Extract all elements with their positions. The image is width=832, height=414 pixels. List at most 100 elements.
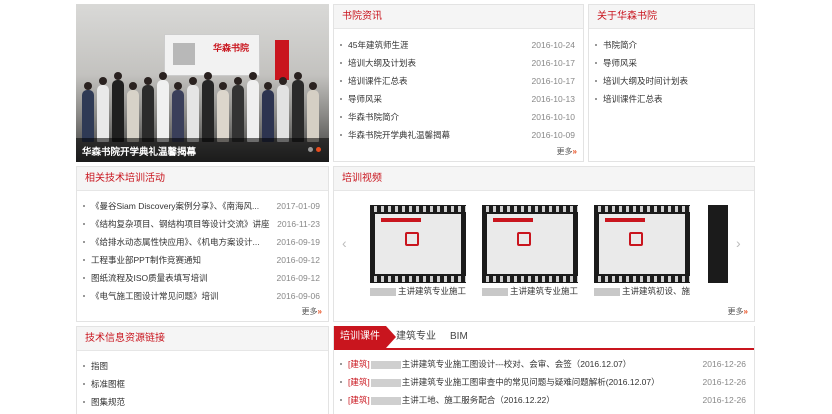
list-item[interactable]: 培训大纲及计划表 2016-10-17: [334, 54, 583, 72]
list-item[interactable]: 工程事业部PPT制作竞赛通知 2016-09-12: [77, 251, 328, 269]
news-more-link[interactable]: 更多»: [557, 146, 577, 157]
video-thumbnail[interactable]: [370, 205, 466, 283]
video-thumbnail[interactable]: [594, 205, 690, 283]
activities-title: 相关技术培训活动: [77, 167, 328, 191]
list-item[interactable]: 45年建筑师生涯 2016-10-24: [334, 36, 583, 54]
videos-more-link[interactable]: 更多»: [728, 306, 748, 317]
courseware-item-title[interactable]: [建筑] 主讲建筑专业施工图审查中的常见问题与疑难问题解析(2016.12.07）: [348, 373, 660, 391]
tab-bim[interactable]: BIM: [444, 326, 474, 348]
slide-sign: [275, 40, 289, 80]
news-title: 书院资讯: [334, 5, 583, 29]
video-thumbnail[interactable]: [482, 205, 578, 283]
list-item-title[interactable]: 45年建筑师生涯: [348, 36, 408, 54]
list-item-date: 2016-12-26: [702, 377, 746, 387]
list-item[interactable]: 华森书院简介 2016-10-10: [334, 108, 583, 126]
videos-title: 培训视频: [334, 167, 754, 191]
list-item[interactable]: 《曼谷Siam Discovery案例分享》、《南海风... 2017-01-09: [77, 197, 328, 215]
slide-caption[interactable]: 华森书院开学典礼温馨揭幕: [82, 144, 196, 158]
about-item[interactable]: 书院简介: [589, 36, 754, 54]
video-label[interactable]: 主讲建筑初设、施...: [594, 285, 690, 297]
courseware-title-text[interactable]: 主讲建筑专业施工图设计---校对、会审、会签（2016.12.07）: [402, 359, 632, 369]
courseware-title-text[interactable]: 主讲建筑专业施工图审查中的常见问题与疑难问题解析(2016.12.07）: [402, 377, 660, 387]
courseware-tabs: 培训课件 建筑专业 BIM: [334, 326, 754, 350]
list-item[interactable]: 导师风采 2016-10-13: [334, 90, 583, 108]
video-label-text[interactable]: 主讲建筑专业施工...: [398, 286, 466, 296]
about-title: 关于华森书院: [589, 5, 754, 29]
courseware-item-title[interactable]: [建筑] 主讲建筑专业施工图设计---校对、会审、会签（2016.12.07）: [348, 355, 631, 373]
video-card[interactable]: 主讲建筑专业施工...: [482, 205, 578, 297]
list-item-title[interactable]: 《结构复杂项目、钢结构项目等设计交流》讲座: [91, 215, 270, 233]
video-card[interactable]: 主讲建筑初设、施...: [594, 205, 690, 297]
list-item-title[interactable]: 华森书院简介: [348, 108, 399, 126]
video-label[interactable]: 主讲建筑专业施工...: [482, 285, 578, 297]
list-item[interactable]: 《给排水动态属性快应用》、《机电方案设计... 2016-09-19: [77, 233, 328, 251]
list-item-title[interactable]: 工程事业部PPT制作竞赛通知: [91, 251, 201, 269]
news-list: 45年建筑师生涯 2016-10-24 培训大纲及计划表 2016-10-17 培训课件…: [334, 36, 583, 144]
banner-logo-text: 华森书院: [213, 43, 250, 53]
courseware-item[interactable]: [建筑] 主讲建筑专业施工图审查中的常见问题与疑难问题解析(2016.12.07）…: [334, 373, 754, 391]
about-item[interactable]: 培训大纲及时间计划表: [589, 72, 754, 90]
courseware-list: [建筑] 主讲建筑专业施工图设计---校对、会审、会签（2016.12.07） 20…: [334, 355, 754, 409]
courseware-tag: [建筑]: [348, 377, 370, 387]
courseware-item[interactable]: [建筑] 主讲工地、施工服务配合（2016.12.22） 2016-12-26: [334, 391, 754, 409]
list-item-date: 2016-09-12: [276, 273, 320, 283]
courseware-panel: 培训课件 建筑专业 BIM [建筑] 主讲建筑专业施工图设计---校对、会审、会签…: [333, 326, 755, 414]
video-card[interactable]: 主讲建筑专业施工...: [370, 205, 466, 297]
list-item[interactable]: 《电气施工图设计常见问题》培训 2016-09-06: [77, 287, 328, 305]
list-item[interactable]: 《结构复杂项目、钢结构项目等设计交流》讲座 2016-11-23: [77, 215, 328, 233]
about-item[interactable]: 培训课件汇总表: [589, 90, 754, 108]
tab-architecture[interactable]: 建筑专业: [390, 326, 442, 348]
slide-dot-2[interactable]: [316, 147, 321, 152]
redacted-name: [370, 396, 401, 405]
list-item-date: 2016-09-06: [276, 291, 320, 301]
video-thumb-partial[interactable]: [708, 205, 728, 283]
about-panel: 关于华森书院 书院简介 导师风采 培训大纲及时间计划表 培训课件汇总表: [588, 4, 755, 162]
list-item-title[interactable]: 培训课件汇总表: [348, 72, 408, 90]
links-list: 指图 标准图框 图集规范: [77, 357, 328, 411]
courseware-item-title[interactable]: [建筑] 主讲工地、施工服务配合（2016.12.22）: [348, 391, 555, 409]
list-item[interactable]: 图纸流程及ISO质量表填写培训 2016-09-12: [77, 269, 328, 287]
slideshow[interactable]: 华森书院 华森书院开学典礼温馨揭幕: [76, 4, 329, 162]
slide-dot-1[interactable]: [308, 147, 313, 152]
list-item-title[interactable]: 导师风采: [348, 90, 382, 108]
list-item-date: 2016-11-23: [277, 219, 320, 229]
chevron-right-icon[interactable]: ›: [736, 235, 741, 251]
video-label-text[interactable]: 主讲建筑初设、施...: [622, 286, 690, 296]
list-item-title[interactable]: 培训大纲及计划表: [348, 54, 416, 72]
video-label[interactable]: 主讲建筑专业施工...: [370, 285, 466, 297]
link-item[interactable]: 标准图框: [77, 375, 328, 393]
courseware-title-text[interactable]: 主讲工地、施工服务配合（2016.12.22）: [402, 395, 555, 405]
about-list: 书院简介 导师风采 培训大纲及时间计划表 培训课件汇总表: [589, 36, 754, 108]
list-item-date: 2016-10-17: [531, 58, 575, 68]
link-item[interactable]: 指图: [77, 357, 328, 375]
list-item-date: 2016-12-26: [702, 359, 746, 369]
activities-more-link[interactable]: 更多»: [302, 306, 322, 317]
list-item-title[interactable]: 《给排水动态属性快应用》、《机电方案设计...: [91, 233, 260, 251]
slide-caption-bar[interactable]: 华森书院开学典礼温馨揭幕: [76, 138, 329, 162]
chevron-left-icon[interactable]: ‹: [342, 235, 347, 251]
list-item-title[interactable]: 《电气施工图设计常见问题》培训: [91, 287, 219, 305]
tab-courseware[interactable]: 培训课件: [334, 326, 396, 348]
redacted-name: [370, 360, 401, 369]
video-label-text[interactable]: 主讲建筑专业施工...: [510, 286, 578, 296]
list-item-date: 2016-10-09: [531, 130, 575, 140]
list-item-date: 2016-10-13: [531, 94, 575, 104]
list-item-title[interactable]: 《曼谷Siam Discovery案例分享》、《南海风...: [91, 197, 259, 215]
list-item-title[interactable]: 图纸流程及ISO质量表填写培训: [91, 269, 208, 287]
list-item-date: 2016-10-10: [531, 112, 575, 122]
courseware-item[interactable]: [建筑] 主讲建筑专业施工图设计---校对、会审、会签（2016.12.07） 20…: [334, 355, 754, 373]
videos-panel: 培训视频 ‹ 主讲建筑专业施工... 主讲建筑专业施工... 主讲建筑初设、施...…: [333, 166, 755, 322]
list-item[interactable]: 华森书院开学典礼温馨揭幕 2016-10-09: [334, 126, 583, 144]
link-item[interactable]: 图集规范: [77, 393, 328, 411]
list-item-date: 2016-10-24: [531, 40, 575, 50]
list-item[interactable]: 培训课件汇总表 2016-10-17: [334, 72, 583, 90]
list-item-title[interactable]: 华森书院开学典礼温馨揭幕: [348, 126, 450, 144]
activities-panel: 相关技术培训活动 《曼谷Siam Discovery案例分享》、《南海风... 2…: [76, 166, 329, 322]
list-item-date: 2016-09-12: [276, 255, 320, 265]
activities-list: 《曼谷Siam Discovery案例分享》、《南海风... 2017-01-09…: [77, 197, 328, 305]
slide-dots: [305, 144, 321, 154]
about-item[interactable]: 导师风采: [589, 54, 754, 72]
links-title: 技术信息资源链接: [77, 327, 328, 351]
slide-backdrop-banner: 华森书院: [164, 34, 260, 76]
courseware-tag: [建筑]: [348, 395, 370, 405]
